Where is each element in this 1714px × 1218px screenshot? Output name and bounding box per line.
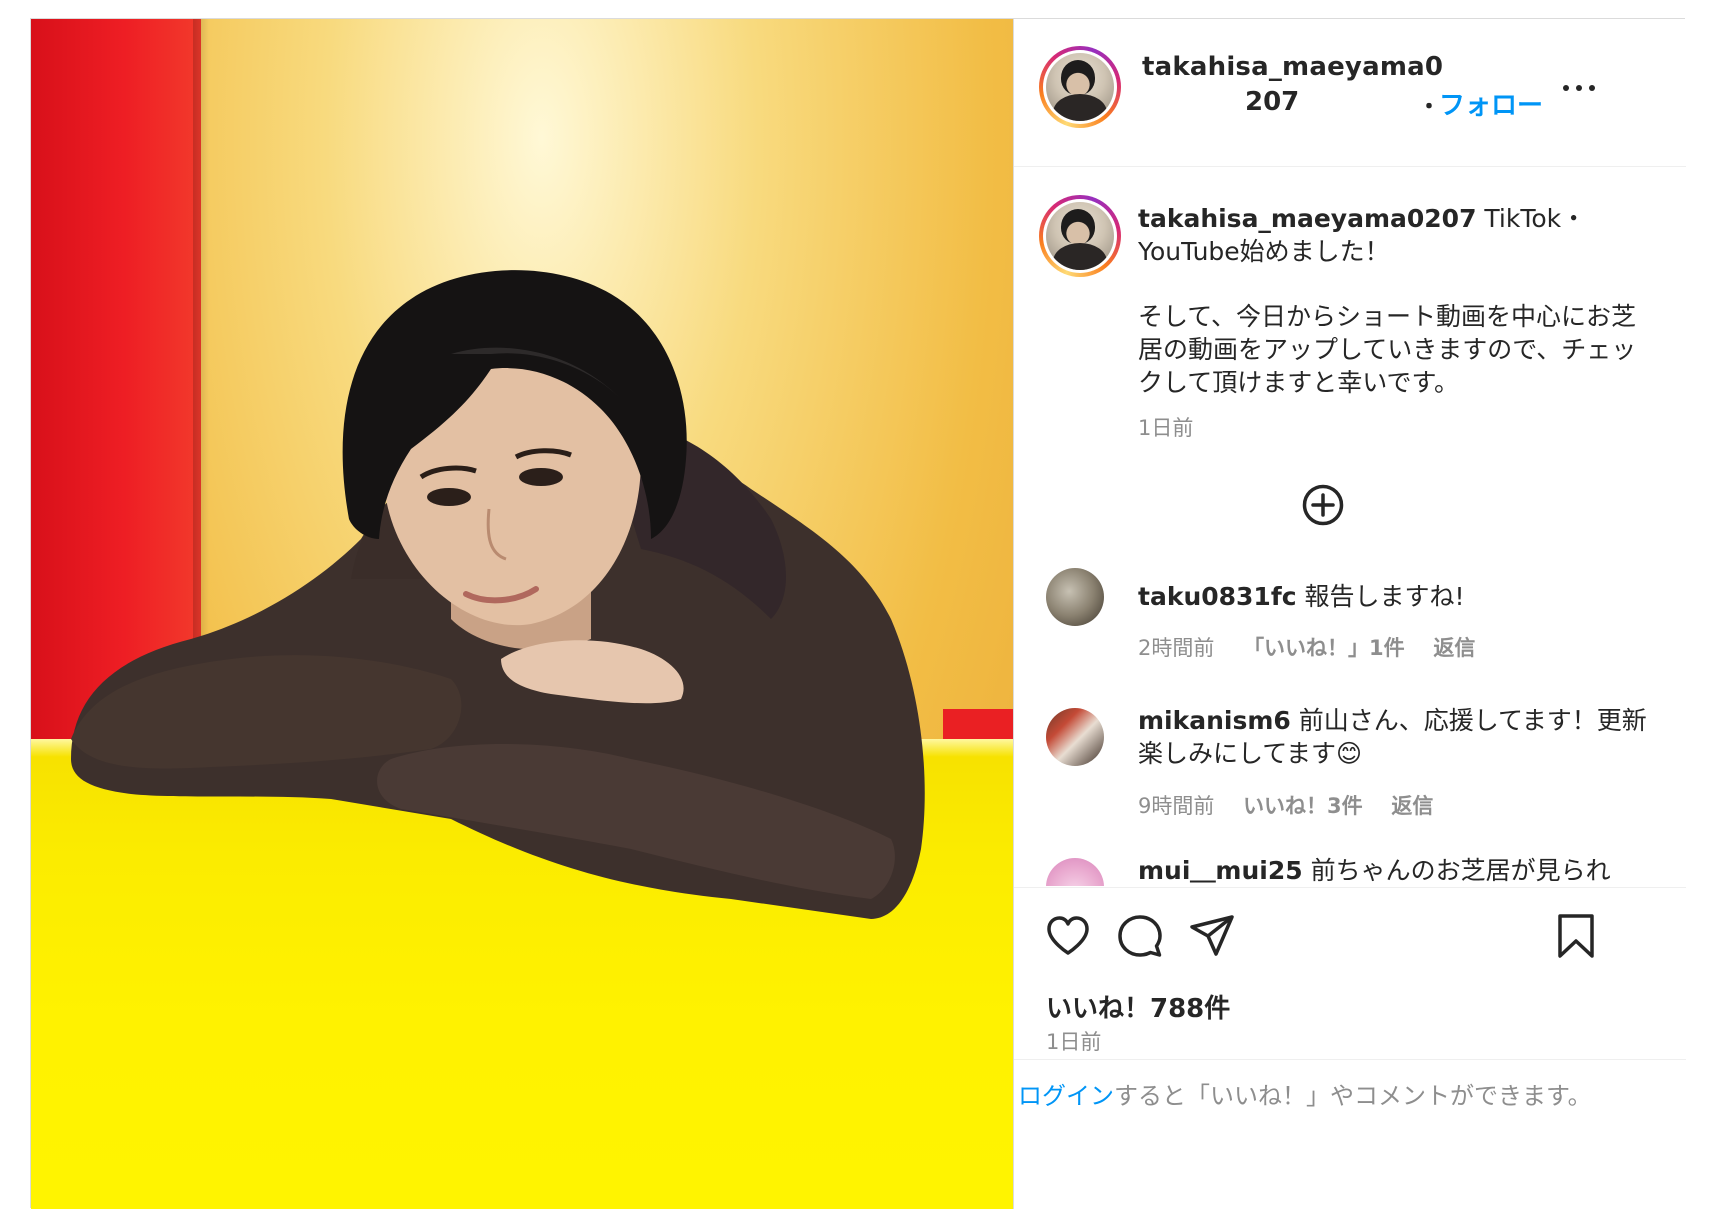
comment-username[interactable]: taku0831fc — [1138, 582, 1297, 611]
caption-username[interactable]: takahisa_maeyama0207 — [1138, 204, 1476, 233]
post-header: takahisa_maeyama0 207 ・ フォロー — [1014, 19, 1686, 167]
comment-likes[interactable]: 「いいね！」1件 — [1243, 636, 1405, 660]
post-actions: いいね！788件 1日前 — [1014, 887, 1686, 1087]
comment-reply-button[interactable]: 返信 — [1433, 636, 1475, 660]
login-prompt: ログインすると「いいね！」やコメントができます。 — [1014, 1059, 1686, 1209]
post-timestamp: 1日前 — [1046, 1030, 1102, 1054]
author-username[interactable]: takahisa_maeyama0 — [1142, 52, 1443, 82]
comment-meta: 9時間前 いいね！3件 返信 — [1138, 790, 1455, 820]
comment-text: mikanism6 前山さん、応援してます！更新楽しみにしてます😊 — [1138, 706, 1647, 768]
instagram-post: takahisa_maeyama0 207 ・ フォロー takahisa_ma… — [30, 18, 1686, 1209]
comment-username[interactable]: mikanism6 — [1138, 706, 1291, 735]
author-avatar[interactable] — [1039, 46, 1121, 128]
login-link[interactable]: ログイン — [1018, 1082, 1114, 1110]
login-rest: すると「いいね！」やコメントができます。 — [1114, 1082, 1592, 1110]
comment-reply-button[interactable]: 返信 — [1391, 794, 1433, 818]
caption-timestamp: 1日前 — [1138, 416, 1194, 440]
caption-headline: takahisa_maeyama0207 TikTok・YouTube始めました… — [1138, 202, 1658, 268]
post-photo[interactable] — [31, 19, 1013, 1209]
like-count[interactable]: いいね！788件 — [1046, 988, 1230, 1025]
comment-likes[interactable]: いいね！3件 — [1243, 794, 1363, 818]
bookmark-icon[interactable] — [1552, 912, 1600, 960]
comment-text: taku0831fc 報告しますね! — [1138, 582, 1465, 611]
login-prompt-text: ログインすると「いいね！」やコメントができます。 — [1018, 1076, 1592, 1111]
comment-avatar[interactable] — [1046, 568, 1104, 626]
comment-meta: 2時間前 「いいね！」1件 返信 — [1138, 632, 1497, 662]
post-side-panel: takahisa_maeyama0 207 ・ フォロー takahisa_ma… — [1013, 19, 1686, 1209]
comments-list[interactable]: takahisa_maeyama0207 TikTok・YouTube始めました… — [1014, 168, 1686, 886]
more-horizontal-icon[interactable] — [1559, 77, 1599, 97]
comment-avatar[interactable] — [1046, 858, 1104, 886]
comment-timestamp: 2時間前 — [1138, 636, 1215, 660]
send-icon[interactable] — [1188, 912, 1236, 960]
comment-icon[interactable] — [1116, 912, 1164, 960]
caption-body: そして、今日からショート動画を中心にお芝居の動画をアップしていきますので、チェッ… — [1138, 302, 1637, 397]
plus-circle-icon[interactable] — [1302, 484, 1344, 526]
comment-timestamp: 9時間前 — [1138, 794, 1215, 818]
comment-avatar[interactable] — [1046, 708, 1104, 766]
author-username-continued[interactable]: 207 — [1245, 87, 1299, 117]
follow-button[interactable]: フォロー — [1439, 85, 1543, 122]
photo-person — [71, 270, 925, 919]
comment-username[interactable]: mui＿mui25 — [1138, 856, 1303, 885]
caption-avatar[interactable] — [1039, 195, 1121, 277]
comment-text: mui＿mui25 前ちゃんのお芝居が見られ — [1138, 856, 1611, 885]
separator-dot: ・ — [1418, 95, 1441, 120]
heart-icon[interactable] — [1044, 912, 1092, 960]
